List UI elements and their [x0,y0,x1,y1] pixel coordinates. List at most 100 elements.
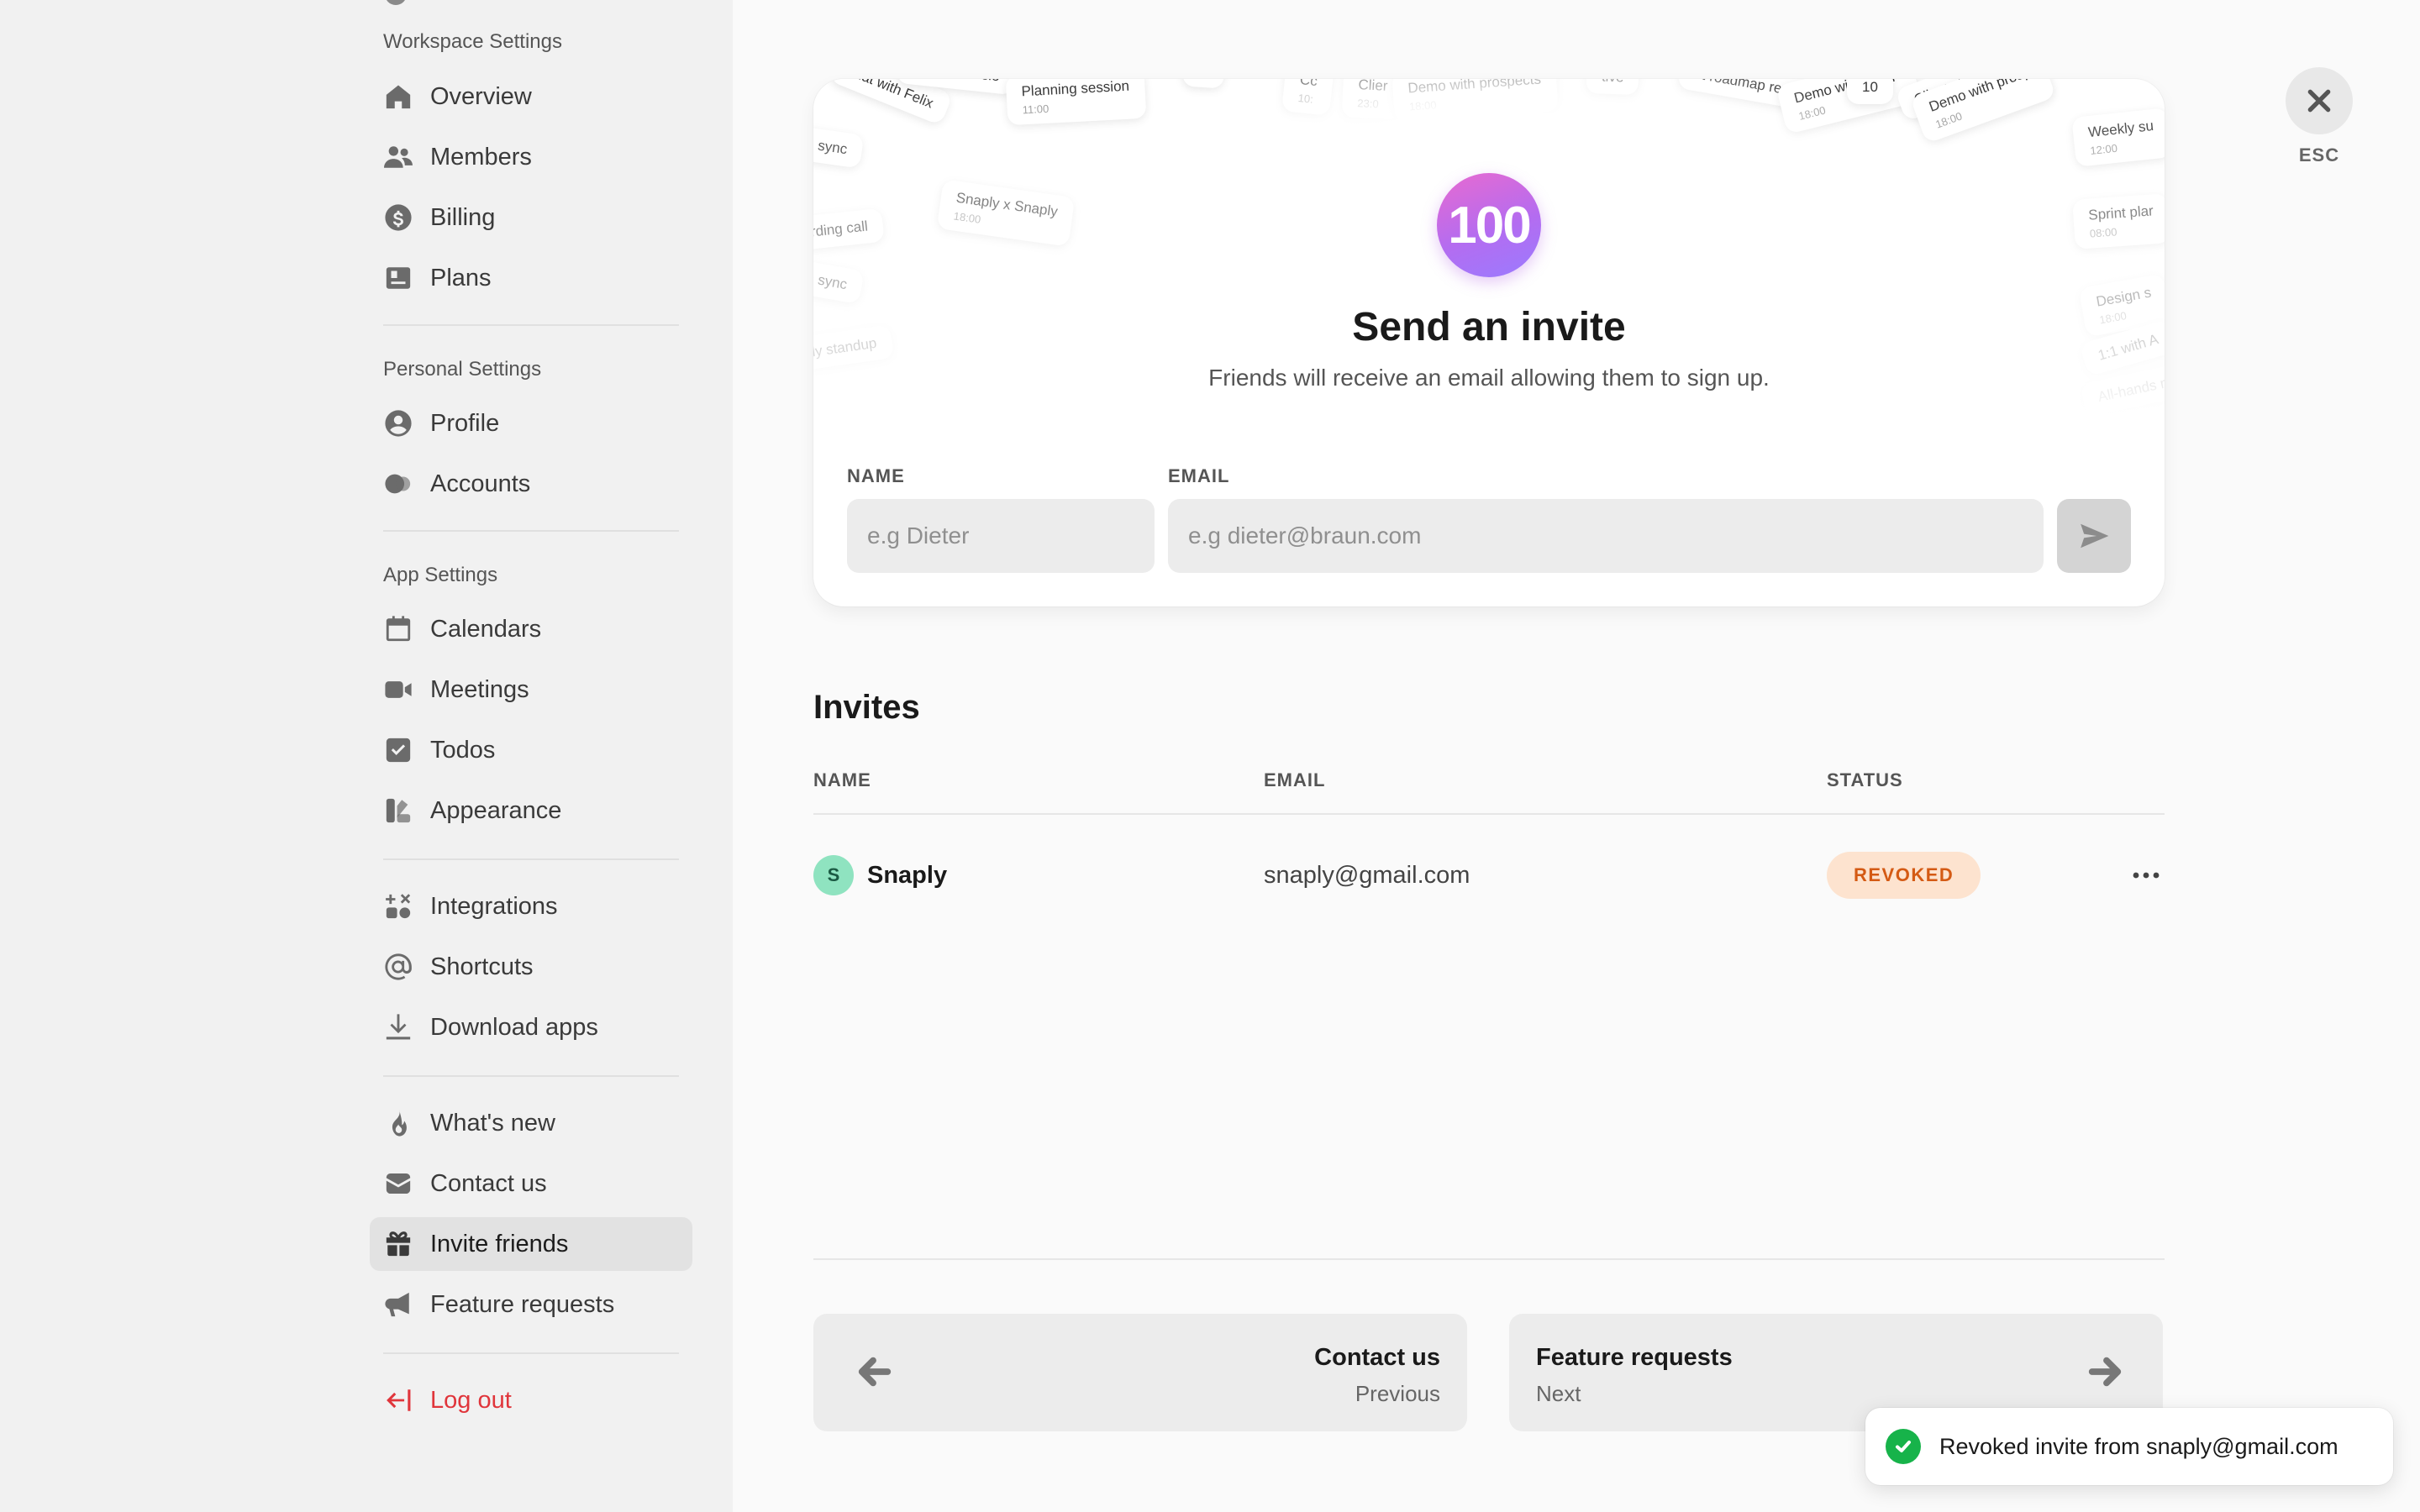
name-field-label: NAME [847,465,905,486]
previous-page-title: Contact us [1314,1344,1440,1371]
sidebar-item-label: Appearance [430,796,562,824]
sidebar-item-label: Invite friends [430,1230,569,1257]
dollar-icon [383,202,413,233]
table-row: S Snaply snaply@gmail.com REVOKED [813,843,2165,907]
sidebar-divider [383,1075,679,1077]
previous-page-label: Previous [1355,1381,1440,1406]
appearance-icon [383,795,413,826]
integrations-icon [383,891,413,921]
row-more-button[interactable] [2129,858,2163,892]
sidebar-item-appearance[interactable]: Appearance [370,784,692,837]
table-header-divider [813,813,2165,815]
megaphone-icon [383,1289,413,1320]
avatar: S [813,855,854,895]
sidebar-item-label: Contact us [430,1169,547,1197]
name-input[interactable] [847,499,1155,573]
plans-icon [383,263,413,293]
invites-heading: Invites [813,689,920,726]
at-sign-icon [383,952,413,982]
sidebar-item-label: Shortcuts [430,953,534,980]
invite-count-badge: 100 [1437,173,1541,277]
pager-divider [813,1258,2165,1260]
video-icon [383,675,413,705]
home-icon [383,81,413,112]
section-title-personal: Personal Settings [383,358,542,381]
calendar-icon [383,614,413,644]
sidebar-item-billing[interactable]: Billing [370,191,692,244]
sidebar-item-integrations[interactable]: Integrations [370,879,692,933]
column-header-status: STATUS [1827,769,1903,790]
sidebar-item-label: Download apps [430,1013,598,1041]
check-circle-icon [1886,1429,1921,1464]
sidebar-divider [383,1352,679,1354]
arrow-left-icon [855,1352,894,1391]
sidebar-item-label: Profile [430,409,500,437]
sidebar-item-label: Calendars [430,615,542,643]
sidebar-item-label: Overview [430,82,532,110]
section-title-workspace: Workspace Settings [383,30,562,53]
partial-icon [385,0,407,5]
sidebar-item-calendars[interactable]: Calendars [370,602,692,656]
close-icon [2307,89,2331,113]
sidebar-item-label: What's new [430,1109,555,1137]
sidebar-item-members[interactable]: Members [370,130,692,184]
sidebar-item-label: Integrations [430,892,558,920]
sidebar-item-contact-us[interactable]: Contact us [370,1157,692,1210]
sidebar-item-label: Log out [430,1386,512,1414]
send-icon [2081,523,2109,549]
sidebar-item-label: Meetings [430,675,529,703]
profile-icon [383,408,413,438]
sidebar-item-accounts[interactable]: Accounts [370,457,692,511]
envelope-icon [383,1168,413,1199]
status-badge: REVOKED [1827,852,1981,899]
users-icon [383,142,413,172]
sidebar-item-label: Todos [430,736,496,764]
sidebar-item-download-apps[interactable]: Download apps [370,1000,692,1054]
sidebar-item-log-out[interactable]: Log out [370,1373,692,1427]
invite-subtitle: Friends will receive an email allowing t… [1208,365,1770,391]
sidebar-item-feature-requests[interactable]: Feature requests [370,1278,692,1331]
checkbox-icon [383,735,413,765]
sidebar-item-profile[interactable]: Profile [370,396,692,450]
sidebar-item-overview[interactable]: Overview [370,70,692,123]
invitee-name: Snaply [867,862,948,889]
sidebar-divider [383,530,679,532]
gift-icon [383,1229,413,1259]
sidebar-item-whats-new[interactable]: What's new [370,1096,692,1150]
sidebar-item-label: Members [430,143,532,171]
section-title-app: App Settings [383,564,498,586]
column-header-email: EMAIL [1264,769,1326,790]
sidebar-item-shortcuts[interactable]: Shortcuts [370,940,692,994]
sidebar-divider [383,324,679,326]
invite-title: Send an invite [1352,305,1626,349]
flame-icon [383,1108,413,1138]
esc-label: ESC [2298,144,2340,165]
sidebar-item-label: Accounts [430,470,531,497]
sidebar-item-label: Billing [430,203,496,231]
previous-page-button[interactable]: Contact us Previous [813,1314,1467,1431]
sidebar-item-todos[interactable]: Todos [370,723,692,777]
sidebar-item-label: Plans [430,264,492,291]
next-page-label: Next [1536,1381,1581,1406]
next-page-title: Feature requests [1536,1344,1733,1371]
toast-message: Revoked invite from snaply@gmail.com [1939,1433,2338,1459]
close-button[interactable] [2286,67,2353,134]
logout-icon [383,1385,413,1415]
send-invite-button[interactable] [2057,499,2131,573]
sidebar-item-plans[interactable]: Plans [370,251,692,305]
settings-sidebar: Workspace Settings Overview Members Bill… [0,0,733,1512]
arrow-right-icon [2086,1352,2124,1391]
sidebar-item-label: Feature requests [430,1290,615,1318]
sidebar-divider [383,858,679,860]
column-header-name: NAME [813,769,871,790]
more-horizontal-icon [2133,872,2160,879]
invite-card: chat with Felixanning sessioPlanning ses… [813,79,2165,606]
sidebar-item-invite-friends[interactable]: Invite friends [370,1217,692,1271]
accounts-icon [383,469,413,499]
invitee-email: snaply@gmail.com [1264,862,1470,889]
download-icon [383,1012,413,1042]
sidebar-item-meetings[interactable]: Meetings [370,663,692,717]
email-input[interactable] [1168,499,2044,573]
email-field-label: EMAIL [1168,465,1230,486]
success-toast: Revoked invite from snaply@gmail.com [1865,1408,2393,1485]
